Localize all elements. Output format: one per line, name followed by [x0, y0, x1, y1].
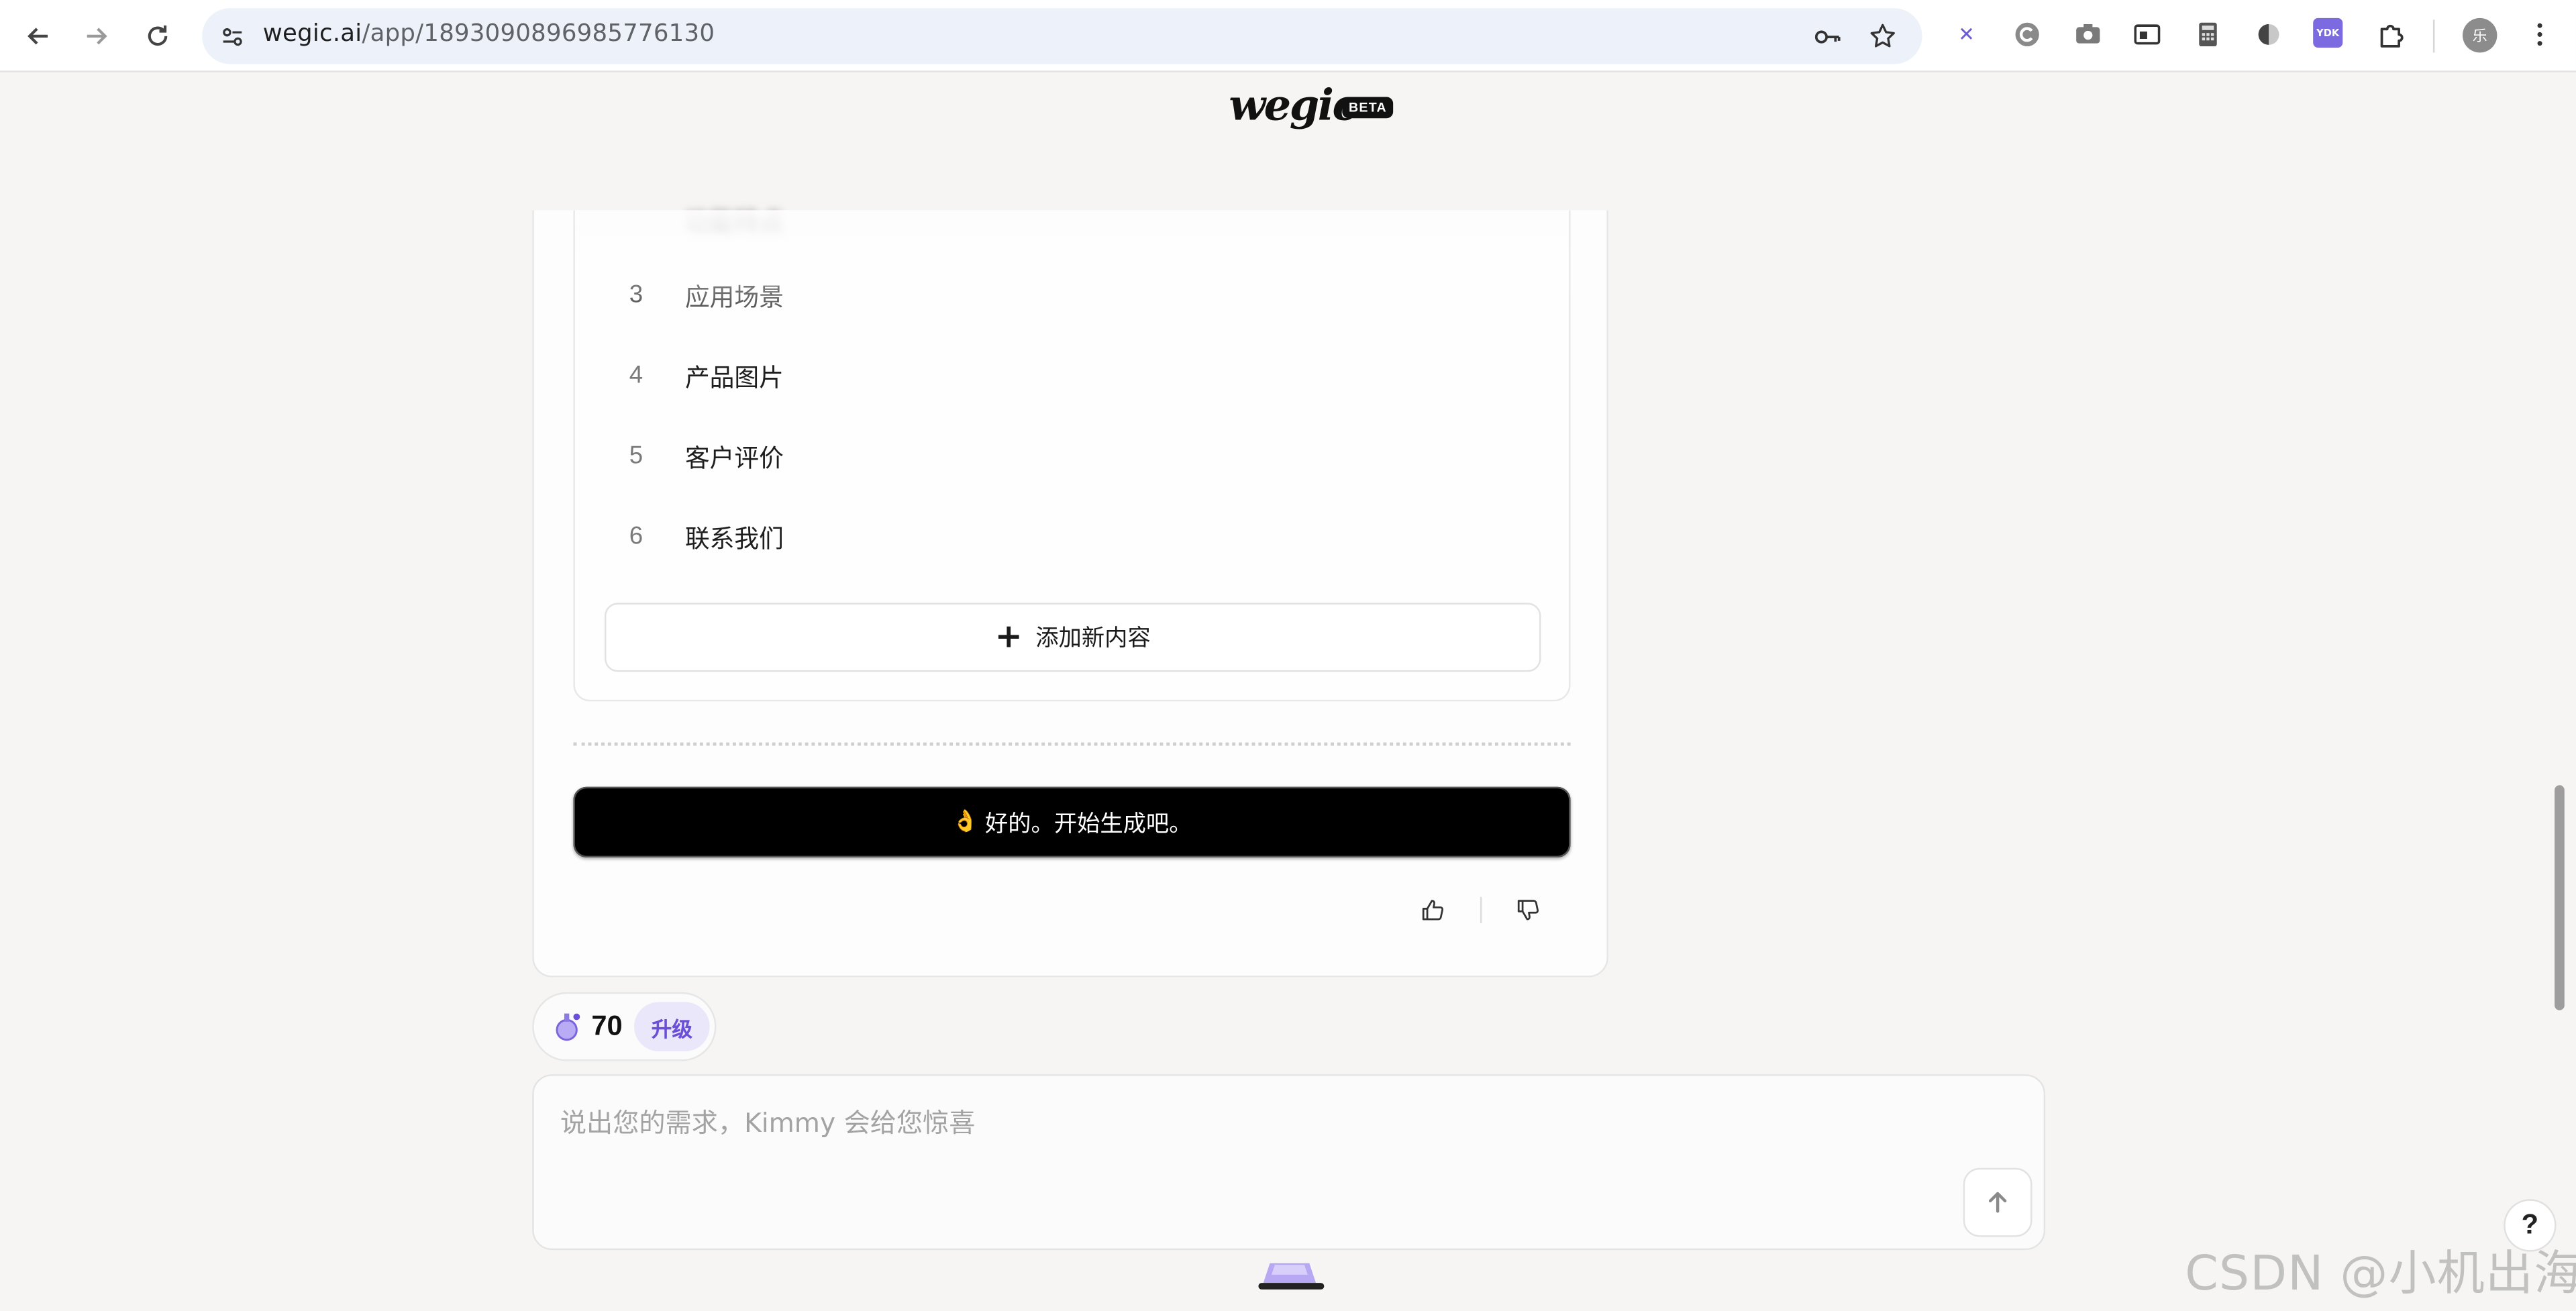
- puzzle-extensions-icon[interactable]: [2374, 18, 2407, 51]
- url-host: wegic.ai: [262, 21, 362, 48]
- beta-badge: BETA: [1342, 97, 1394, 119]
- grammarly-extension-icon[interactable]: [2011, 18, 2044, 51]
- add-section-button[interactable]: + 添加新内容: [604, 602, 1541, 672]
- prompt-composer[interactable]: 说出您的需求，Kimmy 会给您惊喜: [532, 1074, 2046, 1251]
- reload-icon: [148, 25, 168, 46]
- section-row[interactable]: 5 客户评价: [575, 433, 1569, 482]
- section-row-faded: 功能特点: [575, 197, 1569, 246]
- theme-extension-icon[interactable]: [2253, 18, 2285, 51]
- browser-menu-icon[interactable]: [2524, 18, 2557, 51]
- camera-extension-icon[interactable]: [2071, 18, 2104, 51]
- credits-pill: 70 升级: [532, 992, 717, 1061]
- section-label: 客户评价: [684, 443, 784, 474]
- address-bar[interactable]: wegic.ai/app/1893090896985776130: [202, 8, 1922, 64]
- start-generating-label: 好的。开始生成吧。: [984, 810, 1192, 837]
- calculator-extension-icon[interactable]: [2192, 18, 2224, 51]
- section-list: 功能特点 3 应用场景 4 产品图片 5 客户评价 6 联系我们 + 添加新内容: [573, 207, 1571, 702]
- section-row[interactable]: 4 产品图片: [575, 353, 1569, 402]
- logo-wordmark: wegic: [1229, 82, 1358, 132]
- thumbs-up-icon[interactable]: [1416, 894, 1449, 927]
- url-text[interactable]: wegic.ai/app/1893090896985776130: [263, 21, 715, 48]
- kimmy-mascot-icon[interactable]: [1255, 1257, 1328, 1293]
- x-extension-icon[interactable]: ✕: [1950, 18, 1983, 51]
- ok-hand-icon: 👌: [951, 810, 979, 835]
- password-key-icon[interactable]: [1810, 19, 1843, 52]
- feedback-divider: [1480, 896, 1482, 923]
- upgrade-button[interactable]: 升级: [634, 1002, 710, 1051]
- section-number: 6: [629, 522, 643, 551]
- arrow-left-icon: [28, 28, 48, 45]
- page-scrollbar[interactable]: [2555, 785, 2565, 1010]
- toolbar-divider: [2432, 19, 2435, 53]
- forward-button[interactable]: [77, 16, 117, 56]
- dotted-divider: [573, 742, 1571, 746]
- section-number: 3: [629, 280, 643, 309]
- csdn-watermark: CSDN @小机出海: [2185, 1245, 2576, 1302]
- profile-initial: 乐: [2472, 30, 2487, 46]
- add-section-label: 添加新内容: [1035, 625, 1151, 652]
- arrow-right-icon: [87, 28, 107, 45]
- reload-button[interactable]: [138, 16, 178, 56]
- send-button[interactable]: [1963, 1167, 2032, 1237]
- plus-icon: +: [994, 616, 1023, 656]
- url-path: /app/1893090896985776130: [362, 21, 715, 48]
- section-number: 4: [629, 361, 643, 390]
- ydk-label: YDK: [2316, 27, 2340, 39]
- wegic-logo[interactable]: wegic BETA: [1229, 82, 1409, 143]
- thumbs-down-icon[interactable]: [1511, 894, 1544, 927]
- browser-toolbar: wegic.ai/app/1893090896985776130 ✕ YDK 乐: [0, 0, 2576, 72]
- section-number: 5: [629, 441, 643, 470]
- assistant-message-card: 功能特点 3 应用场景 4 产品图片 5 客户评价 6 联系我们 + 添加新内容: [532, 207, 1608, 978]
- credits-count: 70: [591, 1010, 623, 1042]
- upgrade-label: 升级: [651, 1016, 692, 1041]
- section-row[interactable]: 3 应用场景: [575, 272, 1569, 321]
- profile-avatar[interactable]: 乐: [2463, 17, 2497, 53]
- start-generating-button[interactable]: 👌 好的。开始生成吧。: [573, 786, 1571, 858]
- section-label: 产品图片: [684, 363, 784, 393]
- credits-potion-icon: [556, 1013, 580, 1041]
- back-button[interactable]: [18, 16, 58, 56]
- cast-extension-icon[interactable]: [2130, 18, 2163, 51]
- bookmark-star-icon[interactable]: [1866, 19, 1899, 52]
- section-label: 联系我们: [684, 524, 784, 554]
- site-settings-icon[interactable]: [215, 19, 248, 52]
- ydk-extension-icon[interactable]: YDK: [2313, 17, 2343, 48]
- arrow-up-icon: [1988, 1192, 2007, 1213]
- section-label: 应用场景: [684, 282, 784, 313]
- section-label: 功能特点: [684, 207, 784, 237]
- section-row[interactable]: 6 联系我们: [575, 514, 1569, 563]
- prompt-input[interactable]: 说出您的需求，Kimmy 会给您惊喜: [560, 1100, 976, 1140]
